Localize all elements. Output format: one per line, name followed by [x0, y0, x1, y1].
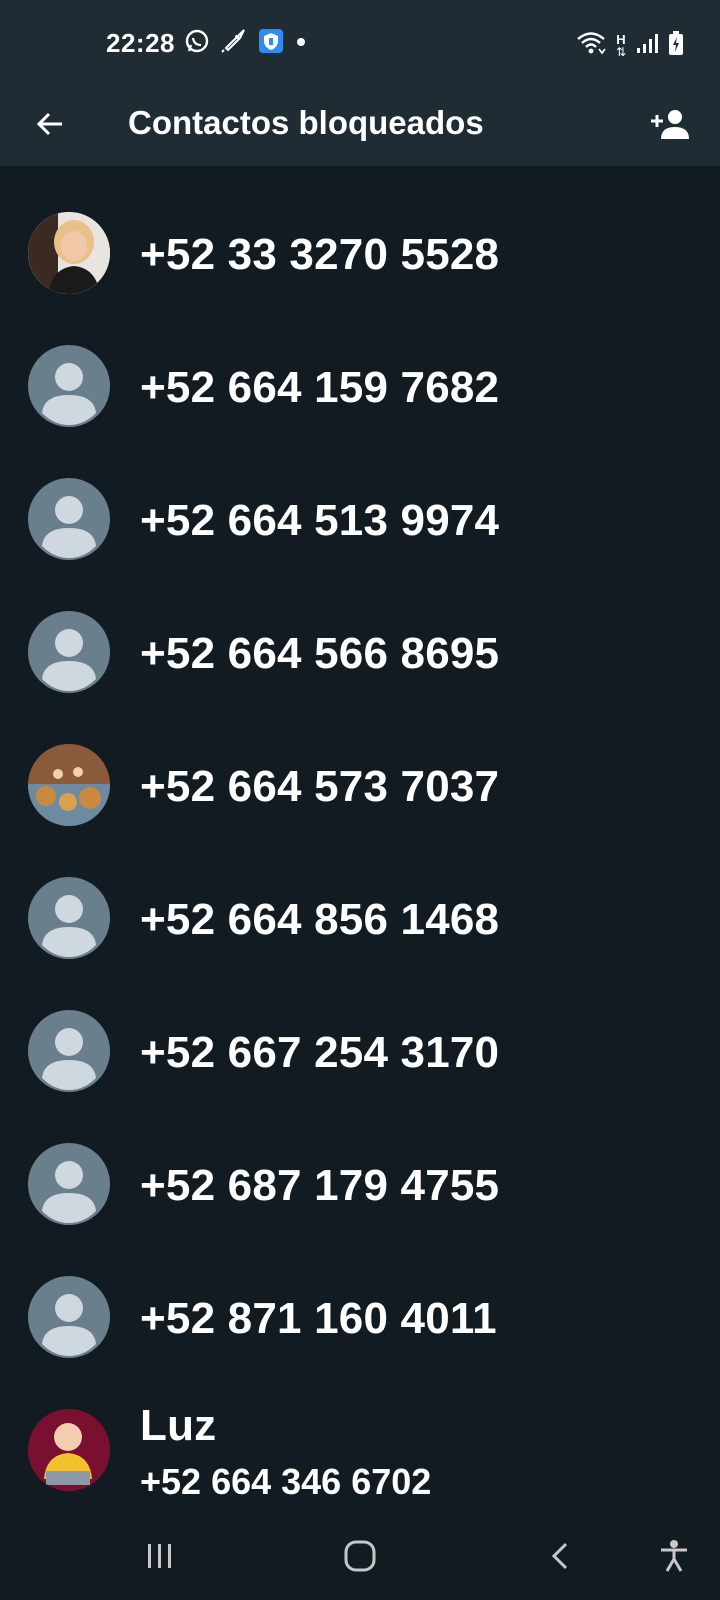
default-avatar-icon: [28, 1143, 110, 1225]
contact-title: +52 871 160 4011: [140, 1294, 497, 1343]
home-button[interactable]: [340, 1538, 380, 1578]
contact-title: +52 664 513 9974: [140, 496, 500, 545]
add-blocked-contact-button[interactable]: [646, 102, 694, 150]
recents-icon: [145, 1541, 175, 1576]
shield-app-icon: [258, 28, 284, 59]
contact-title: +52 664 573 7037: [140, 762, 500, 811]
contact-phone: +52 664 346 6702: [140, 1461, 432, 1502]
back-button[interactable]: [30, 106, 70, 146]
status-time: 22:28: [106, 28, 175, 58]
contact-row[interactable]: +52 33 3270 5528: [0, 166, 720, 299]
avatar: [28, 1409, 110, 1491]
contact-row[interactable]: +52 687 179 4755: [0, 1097, 720, 1230]
contact-row[interactable]: +52 871 160 4011: [0, 1230, 720, 1363]
default-avatar-icon: [28, 611, 110, 693]
wifi-icon: [576, 31, 606, 60]
avatar: [28, 212, 110, 294]
contact-row[interactable]: +52 667 254 3170: [0, 964, 720, 1097]
home-icon: [343, 1539, 377, 1578]
contact-row[interactable]: +52 664 513 9974: [0, 432, 720, 565]
whatsapp-icon: [184, 28, 210, 59]
contact-row[interactable]: Luz +52 664 346 6702: [0, 1363, 720, 1502]
contact-row[interactable]: +52 664 566 8695: [0, 565, 720, 698]
system-status-icons: H ⇅: [576, 30, 684, 61]
signal-icon: [636, 32, 658, 59]
data-arrows-icon: ⇅: [615, 45, 626, 59]
recents-button[interactable]: [140, 1538, 180, 1578]
default-avatar-icon: [28, 1010, 110, 1092]
contact-row[interactable]: +52 664 159 7682: [0, 299, 720, 432]
rocket-icon: [220, 28, 248, 59]
status-bar: 22:28 H ⇅: [0, 0, 720, 88]
contact-row[interactable]: +52 664 573 7037: [0, 698, 720, 831]
avatar: [28, 744, 110, 826]
default-avatar-icon: [28, 877, 110, 959]
page-title: Contactos bloqueados: [128, 104, 484, 141]
default-avatar-icon: [28, 1276, 110, 1358]
dot-icon: [294, 28, 308, 59]
contact-row[interactable]: +52 664 856 1468: [0, 831, 720, 964]
person-add-icon: [649, 107, 691, 146]
contact-title: +52 664 159 7682: [140, 363, 500, 412]
back-icon: [546, 1541, 574, 1576]
app-bar: Contactos bloqueados: [0, 88, 720, 166]
contact-title: +52 664 856 1468: [140, 895, 500, 944]
contact-title: +52 664 566 8695: [140, 629, 500, 678]
system-navigation-bar: [0, 1516, 720, 1600]
contact-title: +52 33 3270 5528: [140, 230, 500, 279]
notification-icons: [184, 28, 308, 59]
battery-icon: [668, 30, 684, 61]
arrow-left-icon: [34, 108, 66, 145]
blocked-contacts-list: +52 33 3270 5528 +52 664 159 7682 +52 66…: [0, 166, 720, 1502]
accessibility-icon: [658, 1539, 690, 1578]
accessibility-button[interactable]: [654, 1538, 694, 1578]
default-avatar-icon: [28, 478, 110, 560]
nav-back-button[interactable]: [540, 1538, 580, 1578]
contact-title: +52 667 254 3170: [140, 1028, 500, 1077]
contact-title: +52 687 179 4755: [140, 1161, 500, 1210]
default-avatar-icon: [28, 345, 110, 427]
h-data-icon: H ⇅: [616, 33, 626, 58]
contact-name: Luz: [140, 1401, 217, 1450]
